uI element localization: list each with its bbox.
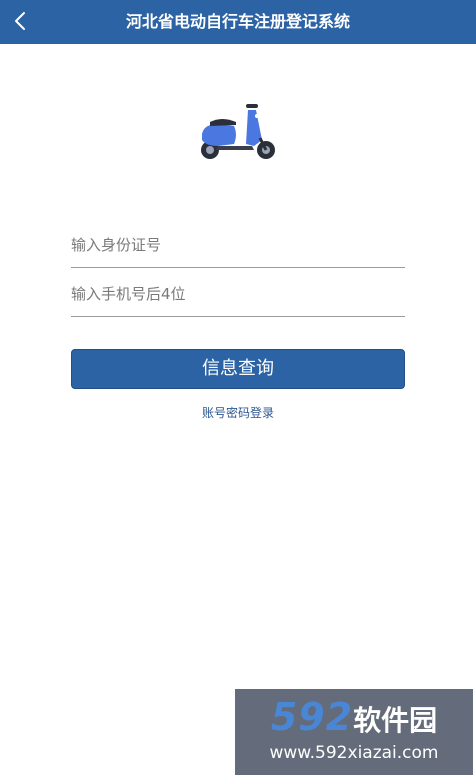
page-title: 河北省电动自行车注册登记系统	[125, 12, 350, 31]
login-page: 河北省电动自行车注册登记系统 输入身份证号 输入手机号后4位 信息查询 账号密码…	[0, 0, 476, 776]
watermark: 592软件园 www.592xiazai.com	[235, 689, 473, 775]
top-nav-bar: 河北省电动自行车注册登记系统	[0, 0, 476, 44]
id-number-field	[71, 223, 405, 268]
phone-last4-field	[71, 272, 405, 317]
query-button[interactable]: 信息查询	[71, 349, 405, 389]
watermark-brand-text: 软件园	[353, 704, 438, 737]
back-button[interactable]	[4, 4, 38, 38]
phone-last4-input[interactable]	[71, 272, 405, 316]
electric-scooter-icon	[196, 100, 280, 164]
watermark-logo: 592软件园	[235, 695, 473, 739]
chevron-left-icon	[15, 12, 25, 30]
id-number-input[interactable]	[71, 223, 405, 267]
watermark-number: 592	[270, 695, 354, 739]
account-password-login-link[interactable]: 账号密码登录	[0, 404, 476, 421]
watermark-url: www.592xiazai.com	[269, 743, 439, 763]
